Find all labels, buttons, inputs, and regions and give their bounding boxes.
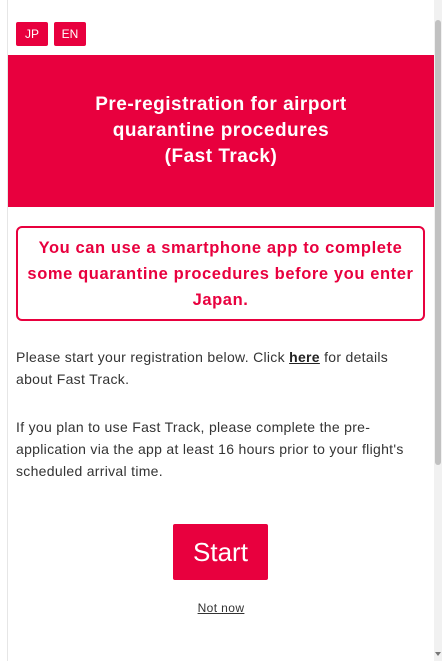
- start-button[interactable]: Start: [173, 524, 268, 580]
- registration-intro-text: Please start your registration below. Cl…: [16, 349, 290, 365]
- not-now-link: Not now: [8, 601, 434, 615]
- not-now-link-label[interactable]: Not now: [198, 601, 245, 615]
- page: JP EN Pre-registration for airport quara…: [0, 0, 442, 661]
- language-jp-button[interactable]: JP: [16, 22, 48, 46]
- main-content: JP EN Pre-registration for airport quara…: [8, 0, 434, 661]
- window-edge: [0, 0, 8, 661]
- language-en-button[interactable]: EN: [54, 22, 86, 46]
- pre-application-info-text: If you plan to use Fast Track, please co…: [16, 419, 404, 479]
- pre-application-info: If you plan to use Fast Track, please co…: [16, 416, 426, 482]
- app-notice-box: You can use a smartphone app to complete…: [16, 226, 425, 321]
- scrollbar-thumb[interactable]: [435, 20, 441, 465]
- app-notice-text: You can use a smartphone app to complete…: [27, 238, 414, 309]
- page-title: Pre-registration for airport quarantine …: [56, 92, 386, 170]
- header-banner: Pre-registration for airport quarantine …: [8, 55, 434, 207]
- vertical-scrollbar[interactable]: [434, 0, 442, 661]
- scroll-down-arrow-icon[interactable]: [435, 652, 441, 656]
- fast-track-details-link[interactable]: here: [289, 349, 320, 365]
- registration-intro: Please start your registration below. Cl…: [16, 346, 426, 390]
- page-title-line-1: Pre-registration for airport: [95, 94, 347, 115]
- page-title-line-3: (Fast Track): [164, 146, 278, 167]
- page-title-line-2: quarantine procedures: [112, 120, 330, 141]
- language-switcher: JP EN: [16, 22, 86, 46]
